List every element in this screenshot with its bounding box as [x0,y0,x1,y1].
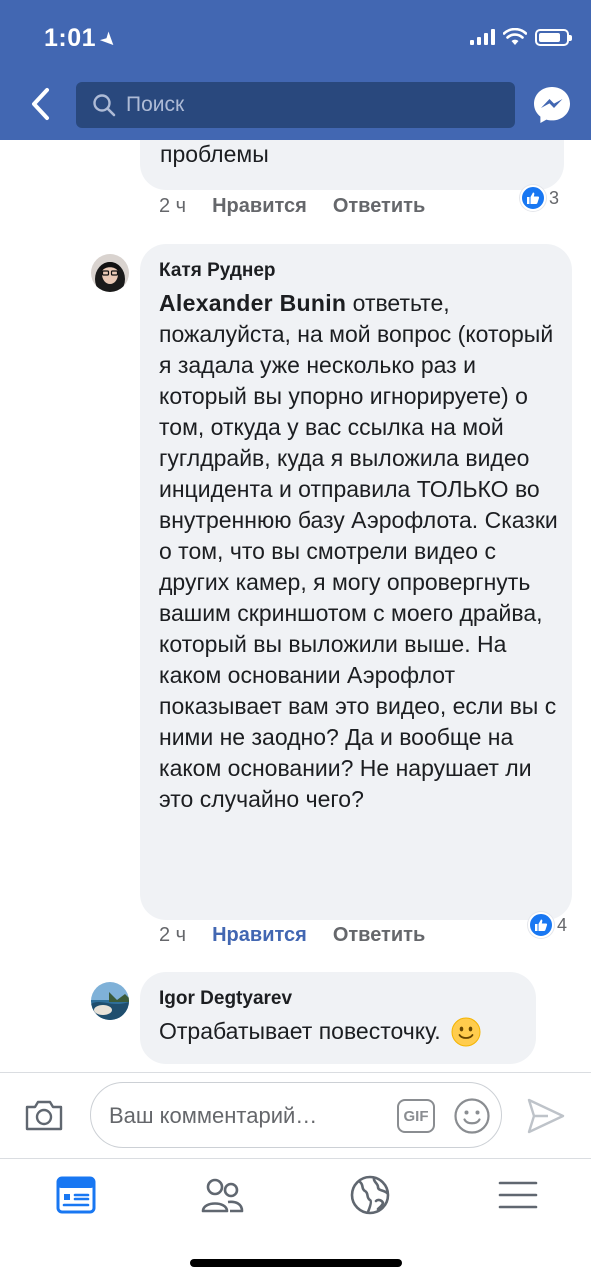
comment-composer: GIF [0,1072,591,1158]
thumbs-up-icon [520,185,546,211]
reaction-count[interactable]: 4 [528,912,567,938]
news-feed-icon[interactable] [54,1173,98,1217]
comment-input[interactable] [109,1101,389,1131]
comment-input-box[interactable]: GIF [90,1082,502,1148]
comment-text: Alexander Bunin ответьте, пожалуйста, на… [159,288,559,815]
comment-text: Отрабатывает повесточку. [159,1016,529,1047]
like-button[interactable]: Нравится [212,195,307,218]
back-button[interactable] [20,84,60,124]
reaction-number: 4 [557,914,568,935]
search-bar[interactable] [76,82,515,128]
reply-button[interactable]: Ответить [333,195,425,218]
top-navigation-bar: 1:01➤ [0,0,591,140]
chevron-left-icon [32,88,49,120]
comment-text: Но это исключительно мои проблемы [160,141,269,167]
profile-photo-igor [91,982,129,1020]
send-icon[interactable] [526,1097,566,1135]
comment-author: Катя Руднер [159,260,276,281]
comment-timestamp: 2 ч [159,195,187,217]
avatar[interactable] [91,982,129,1020]
status-bar-icons [470,26,572,48]
avatar[interactable] [91,254,129,292]
location-arrow-icon: ➤ [95,27,122,54]
comment-timestamp: 2 ч [159,924,187,946]
search-input[interactable] [126,93,486,117]
search-icon [93,94,116,117]
comment-body: ответьте, пожалуйста, на мой вопрос (кот… [159,290,558,812]
comment-author: Igor Degtyarev [159,988,293,1009]
messenger-icon[interactable] [531,84,573,126]
status-time-text: 1:01 [44,24,97,52]
like-button[interactable]: Нравится [212,924,307,947]
home-indicator[interactable] [190,1259,402,1267]
friends-icon[interactable] [200,1173,244,1217]
thumbs-up-icon [528,912,554,938]
wifi-icon [503,28,527,45]
comment-actions: 2 ч Нравится Ответить [159,195,425,218]
menu-icon[interactable] [496,1173,540,1217]
battery-icon [535,28,572,46]
smiling-face-emoji-icon [451,1017,481,1046]
comment-actions: 2 ч Нравится Ответить [159,924,425,947]
reaction-count[interactable]: 3 [520,185,559,211]
comments-list: Но это исключительно мои проблемы 2 ч Нр… [0,140,591,1072]
comment-bubble[interactable]: Но это исключительно мои проблемы [140,140,564,190]
reply-button[interactable]: Ответить [333,924,425,947]
comment-bubble[interactable]: Катя Руднер Alexander Bunin ответьте, по… [140,244,572,920]
sticker-smiley-icon[interactable] [453,1097,491,1135]
profile-photo-kate [91,254,129,292]
cellular-signal-icon [470,29,495,45]
status-bar-time: 1:01➤ [44,24,121,54]
camera-icon[interactable] [24,1097,64,1133]
gif-button[interactable]: GIF [397,1099,435,1133]
reaction-number: 3 [549,187,560,208]
mention-link[interactable]: Alexander Bunin [159,290,346,316]
comment-body: Отрабатывает повесточку. [159,1018,441,1044]
comment-bubble[interactable]: Igor Degtyarev Отрабатывает повесточку. [140,972,536,1064]
globe-icon[interactable] [348,1173,392,1217]
